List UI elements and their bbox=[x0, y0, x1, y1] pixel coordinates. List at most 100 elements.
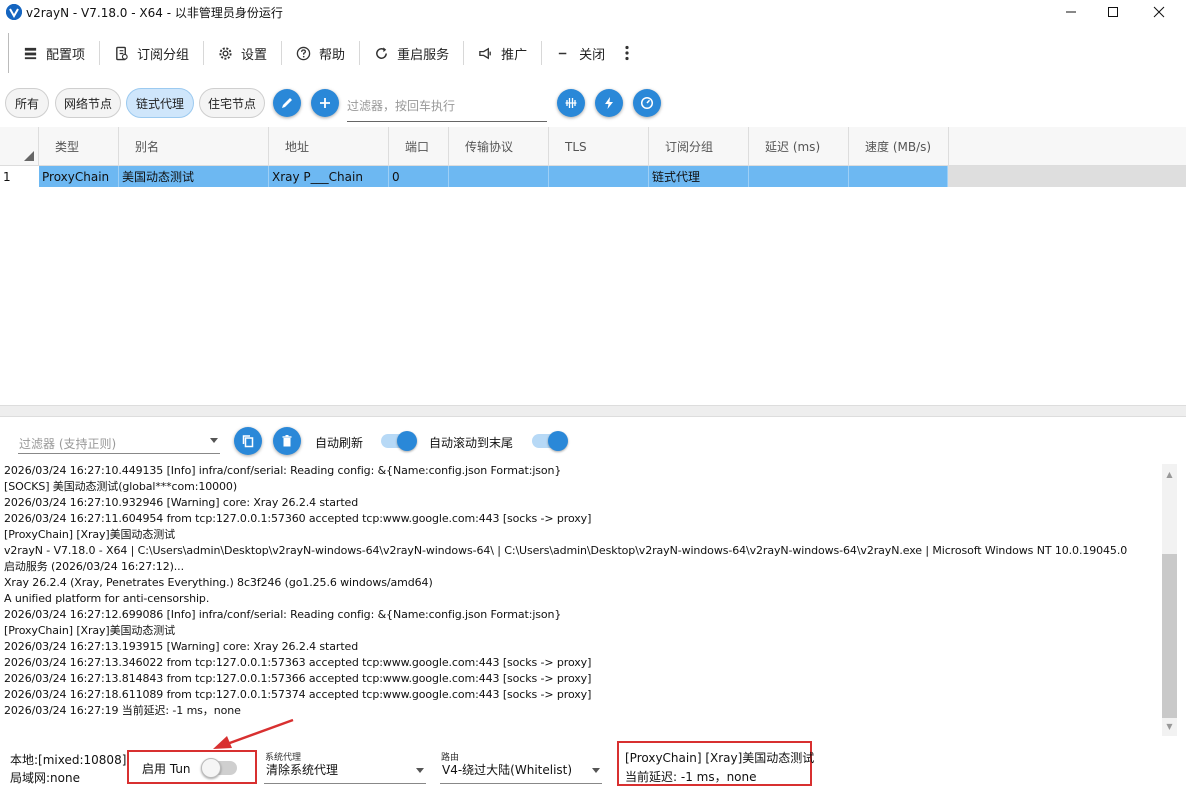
toolbar-more-button[interactable] bbox=[619, 33, 635, 73]
close-window-button[interactable] bbox=[1136, 0, 1182, 24]
toggle-knob bbox=[397, 431, 417, 451]
server-filter-input[interactable] bbox=[347, 90, 547, 122]
log-output[interactable]: 2026/03/24 16:27:10.449135 [Info] infra/… bbox=[4, 463, 1154, 723]
column-header-port[interactable]: 端口 bbox=[389, 127, 449, 166]
toolbar-promote[interactable]: 推广 bbox=[464, 33, 541, 73]
column-header-speed[interactable]: 速度 (MB/s) bbox=[849, 127, 949, 166]
group-tab-all[interactable]: 所有 bbox=[5, 88, 49, 118]
auto-scroll-toggle[interactable] bbox=[532, 431, 568, 451]
v2rayn-logo-icon bbox=[6, 4, 22, 20]
cell-delay bbox=[749, 166, 849, 187]
tun-label: 启用 Tun bbox=[142, 762, 191, 776]
group-tab-residential[interactable]: 住宅节点 bbox=[199, 88, 265, 118]
scroll-up-icon[interactable]: ▲ bbox=[1164, 468, 1175, 482]
toolbar-close[interactable]: 关闭 bbox=[542, 33, 619, 73]
latency-test-button[interactable] bbox=[633, 89, 661, 117]
column-header-label: 速度 (MB/s) bbox=[865, 140, 932, 154]
toolbar-help-label: 帮助 bbox=[319, 47, 346, 63]
column-header-label: 传输协议 bbox=[465, 140, 514, 154]
gear-icon bbox=[219, 46, 232, 60]
toggle-knob bbox=[201, 758, 221, 778]
scroll-down-icon[interactable]: ▼ bbox=[1164, 720, 1175, 734]
routing-select[interactable]: V4-绕过大陆(Whitelist) bbox=[440, 756, 602, 784]
panel-splitter[interactable] bbox=[0, 405, 1186, 417]
log-line: 2026/03/24 16:27:13.346022 from tcp:127.… bbox=[4, 656, 592, 669]
cell-tls bbox=[549, 166, 649, 187]
cell-speed bbox=[849, 166, 948, 187]
auto-refresh-toggle[interactable] bbox=[381, 431, 417, 451]
group-tab-label: 链式代理 bbox=[135, 96, 184, 111]
column-header-label: 端口 bbox=[405, 140, 430, 154]
corner-triangle-icon bbox=[24, 151, 34, 161]
log-scrollbar-thumb[interactable] bbox=[1162, 554, 1177, 718]
toolbar-restart-label: 重启服务 bbox=[397, 47, 450, 63]
maximize-icon bbox=[1108, 7, 1118, 17]
toolbar-subscription[interactable]: 订阅分组 bbox=[100, 33, 203, 73]
column-header-delay[interactable]: 延迟 (ms) bbox=[749, 127, 849, 166]
maximize-button[interactable] bbox=[1090, 0, 1136, 24]
auto-scroll-label: 自动滚动到末尾 bbox=[429, 436, 514, 450]
current-server: [ProxyChain] [Xray]美国动态测试 bbox=[625, 751, 815, 765]
routing-value: V4-绕过大陆(Whitelist) bbox=[442, 763, 573, 777]
copy-log-button[interactable] bbox=[234, 427, 262, 455]
row-index: 1 bbox=[0, 166, 39, 187]
group-tab-label: 所有 bbox=[14, 96, 39, 111]
edit-group-button[interactable] bbox=[273, 89, 301, 117]
tun-toggle[interactable] bbox=[201, 758, 237, 778]
column-header-transport[interactable]: 传输协议 bbox=[449, 127, 549, 166]
group-tab-proxy-chain[interactable]: 链式代理 bbox=[126, 88, 194, 118]
toolbar-subscription-label: 订阅分组 bbox=[137, 47, 190, 63]
toolbar-close-label: 关闭 bbox=[579, 47, 606, 63]
cell-port: 0 bbox=[389, 166, 449, 187]
sysproxy-select[interactable]: 清除系统代理 bbox=[264, 756, 426, 784]
log-line: 2026/03/24 16:27:12.699086 [Info] infra/… bbox=[4, 608, 562, 621]
column-header-address[interactable]: 地址 bbox=[269, 127, 389, 166]
log-line: 2026/03/24 16:27:19 当前延迟: -1 ms，none bbox=[4, 704, 241, 717]
select-all-corner[interactable] bbox=[0, 127, 39, 166]
cell-alias: 美国动态测试 bbox=[119, 166, 269, 187]
gauge-icon bbox=[640, 96, 654, 110]
column-header-label: 地址 bbox=[285, 140, 310, 154]
toolbar-profiles-label: 配置项 bbox=[46, 47, 86, 63]
local-port-status: 本地:[mixed:10808] bbox=[10, 753, 127, 767]
cell-transport bbox=[449, 166, 549, 187]
group-tab-network-nodes[interactable]: 网络节点 bbox=[55, 88, 121, 118]
column-header-alias[interactable]: 别名 bbox=[119, 127, 269, 166]
minimize-icon bbox=[1066, 11, 1076, 13]
toolbar-help[interactable]: 帮助 bbox=[282, 33, 359, 73]
toolbar-profiles[interactable]: 配置项 bbox=[9, 33, 99, 73]
log-line: 2026/03/24 16:27:18.611089 from tcp:127.… bbox=[4, 688, 592, 701]
chevron-down-icon bbox=[210, 438, 218, 443]
v2rayn-window: v2rayN - V7.18.0 - X64 - 以非管理员身份运行 配置项 订… bbox=[0, 0, 1186, 791]
group-tab-label: 网络节点 bbox=[63, 96, 112, 111]
auto-refresh-label: 自动刷新 bbox=[315, 436, 364, 450]
column-header-subgroup[interactable]: 订阅分组 bbox=[649, 127, 749, 166]
pencil-icon bbox=[282, 98, 292, 108]
log-line: [ProxyChain] [Xray]美国动态测试 bbox=[4, 624, 176, 637]
column-header-label: 延迟 (ms) bbox=[765, 140, 821, 154]
column-header-tls[interactable]: TLS bbox=[549, 127, 649, 166]
toolbar-settings[interactable]: 设置 bbox=[204, 33, 281, 73]
log-line: [ProxyChain] [Xray]美国动态测试 bbox=[4, 528, 176, 541]
list-icon bbox=[24, 47, 37, 59]
help-icon bbox=[296, 46, 311, 60]
minimize-button[interactable] bbox=[1048, 0, 1094, 24]
column-header-label: TLS bbox=[565, 139, 587, 154]
clear-log-button[interactable] bbox=[273, 427, 301, 455]
toggle-knob bbox=[548, 431, 568, 451]
log-filter-placeholder: 过滤器 (支持正则) bbox=[19, 437, 117, 451]
speed-test-button[interactable] bbox=[595, 89, 623, 117]
column-header-label: 订阅分组 bbox=[665, 140, 714, 154]
table-row-filler bbox=[948, 166, 1186, 187]
log-line: v2rayN - V7.18.0 - X64 | C:\Users\admin\… bbox=[4, 544, 1128, 557]
plus-icon bbox=[320, 98, 330, 108]
sort-button[interactable] bbox=[557, 89, 585, 117]
chevron-down-icon bbox=[592, 768, 600, 773]
main-toolbar: 配置项 订阅分组 设置 帮助 重启服务 推广 关闭 bbox=[8, 33, 648, 73]
close-icon bbox=[1153, 6, 1165, 18]
column-header-type[interactable]: 类型 bbox=[39, 127, 119, 166]
add-group-button[interactable] bbox=[311, 89, 339, 117]
bars-icon bbox=[565, 98, 577, 108]
toolbar-restart-service[interactable]: 重启服务 bbox=[360, 33, 463, 73]
cell-address: Xray P___Chain bbox=[269, 166, 389, 187]
